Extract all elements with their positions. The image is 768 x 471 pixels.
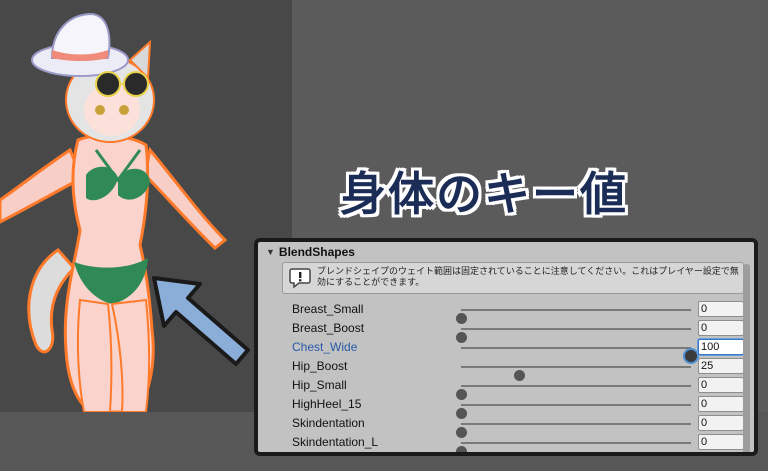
blendshape-label: Skindentation (292, 416, 365, 430)
blendshape-label: Skindentation_L (292, 435, 379, 449)
slider-track[interactable] (456, 309, 691, 324)
info-exclamation-icon (287, 265, 313, 291)
slider-track[interactable] (461, 347, 697, 362)
page-title: 身体のキー値 (340, 167, 628, 221)
pointer-arrow-icon (152, 276, 250, 366)
notice-text: ブレンドシェイプのウェイト範囲は固定されていることに注意してください。これはプレ… (317, 267, 739, 288)
blendshapes-header[interactable]: ▼ BlendShapes (258, 242, 754, 262)
panel-scrollbar[interactable] (743, 264, 750, 452)
value-input[interactable]: 0 (698, 377, 744, 393)
value-input[interactable]: 25 (698, 358, 744, 374)
blendshape-row: Breast_Boost 0 (258, 319, 754, 343)
value-input[interactable]: 0 (698, 434, 744, 450)
blendshape-label: Chest_Wide (292, 340, 358, 354)
blendshapes-panel: ▼ BlendShapes ブレンドシェイプのウェイト範囲は固定されていることに… (254, 238, 758, 456)
blendshape-row: Chest_Wide 100 (258, 338, 754, 362)
slider-track[interactable] (456, 423, 691, 438)
blendshape-label: Breast_Small (292, 302, 364, 316)
notice-box: ブレンドシェイプのウェイト範囲は固定されていることに注意してください。これはプレ… (282, 262, 744, 294)
blendshape-list: Breast_Small 0 Breast_Boost 0 Chest_Wide… (258, 300, 754, 452)
blendshape-row: Skindentation 0 (258, 414, 754, 438)
blendshape-label: Breast_Boost (292, 321, 365, 335)
blendshape-label: HighHeel_15 (292, 397, 362, 411)
slider-track[interactable] (456, 385, 691, 400)
slider-track[interactable] (461, 366, 691, 381)
slider-track[interactable] (456, 442, 691, 452)
value-input[interactable]: 100 (698, 339, 744, 355)
blendshapes-header-label: BlendShapes (278, 245, 355, 259)
blendshape-row: HighHeel_15 0 (258, 395, 754, 419)
blendshape-row: Hip_Small 0 (258, 376, 754, 400)
slider-track[interactable] (456, 328, 691, 343)
value-input[interactable]: 0 (698, 396, 744, 412)
value-input[interactable]: 0 (698, 320, 744, 336)
blendshape-row: Breast_Small 0 (258, 300, 754, 324)
slider-handle[interactable] (456, 446, 467, 452)
blendshape-row: Skindentation_L 0 (258, 433, 754, 452)
value-input[interactable]: 0 (698, 415, 744, 431)
value-input[interactable]: 0 (698, 301, 744, 317)
blendshape-row: Hip_Boost 25 (258, 357, 754, 381)
slider-track[interactable] (456, 404, 691, 419)
foldout-caret-icon[interactable]: ▼ (266, 247, 275, 257)
blendshape-label: Hip_Small (292, 378, 347, 392)
blendshape-label: Hip_Boost (292, 359, 348, 373)
